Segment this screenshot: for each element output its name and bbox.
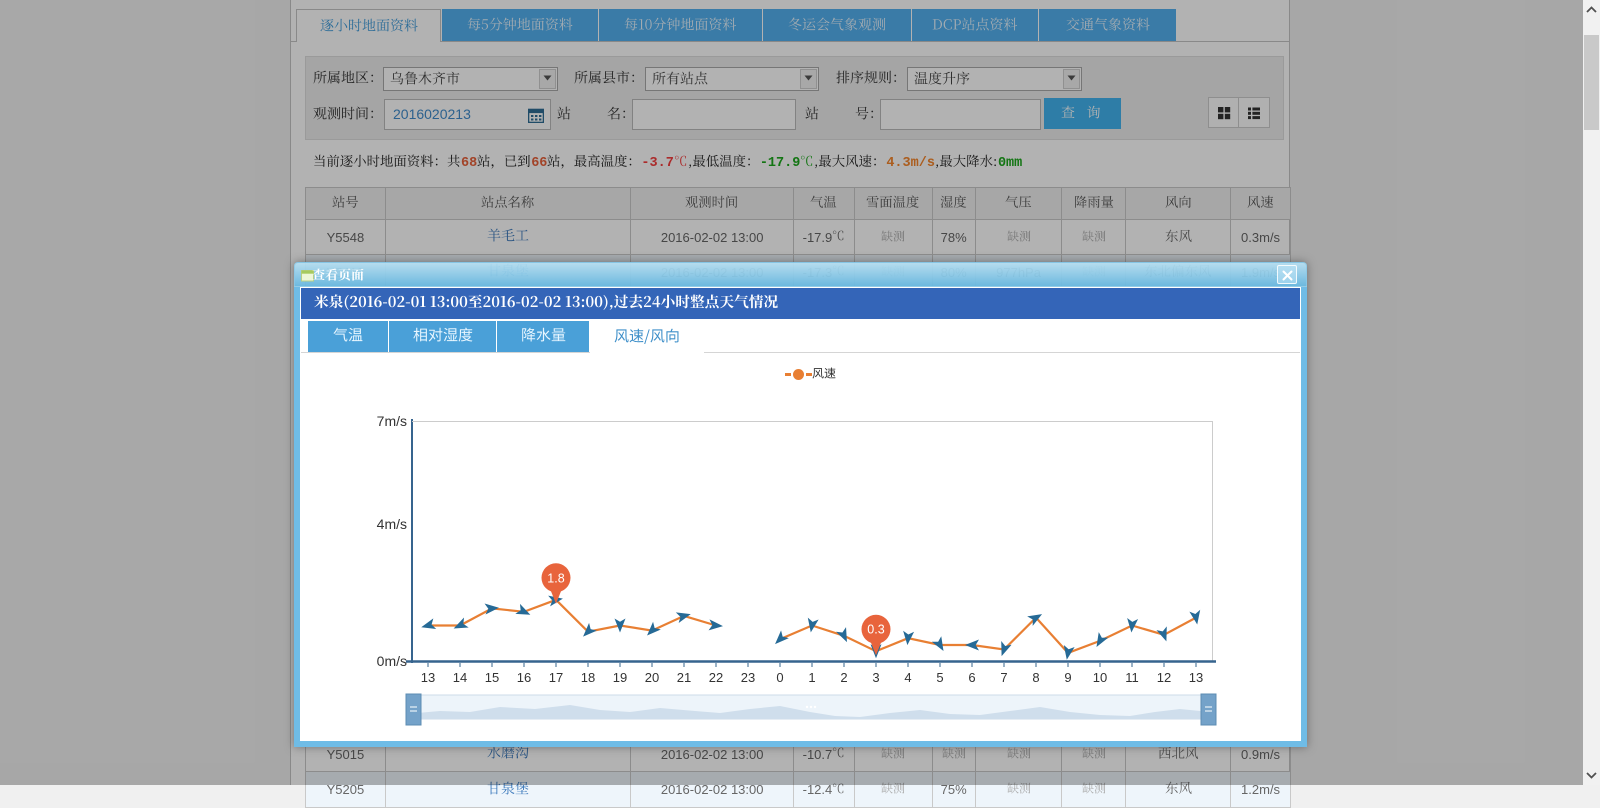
svg-text:0.3: 0.3 <box>867 623 884 637</box>
svg-text:1.8: 1.8 <box>547 571 564 585</box>
